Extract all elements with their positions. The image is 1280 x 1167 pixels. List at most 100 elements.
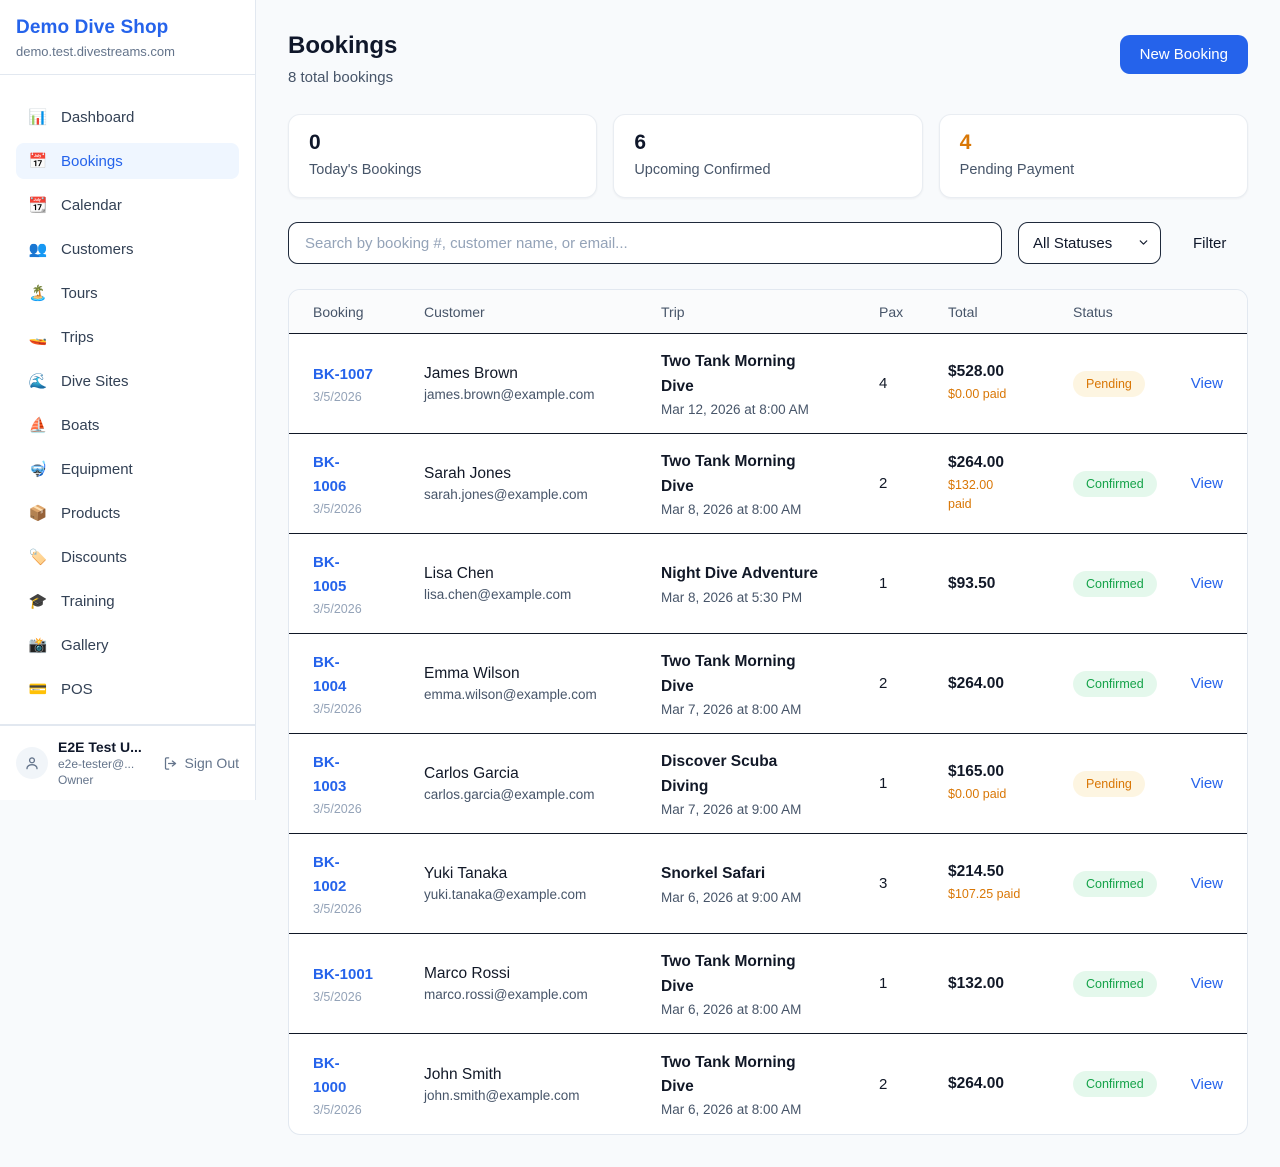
view-cell: View (1185, 775, 1223, 792)
sidebar-item-label: Dashboard (61, 109, 134, 126)
booking-cell: BK-1001 3/5/2026 (313, 963, 424, 1004)
booking-cell: BK- 1005 3/5/2026 (313, 551, 424, 616)
sidebar-item-label: Customers (61, 241, 134, 258)
view-cell: View (1185, 375, 1223, 392)
sidebar-item-equipment[interactable]: 🤿 Equipment (16, 451, 239, 487)
booking-id-link[interactable]: BK-1007 (313, 363, 424, 387)
trip-cell: Two Tank Morning Dive Mar 7, 2026 at 8:0… (661, 650, 879, 716)
filter-button[interactable]: Filter (1193, 235, 1226, 252)
sidebar-item-icon: 🏝️ (28, 284, 48, 302)
booking-id-link[interactable]: BK-1001 (313, 963, 424, 987)
total-cell: $528.00 $0.00 paid (948, 363, 1073, 404)
booking-id-link[interactable]: BK- 1006 (313, 451, 424, 499)
total-amount: $264.00 (948, 675, 1073, 693)
pax-cell: 4 (879, 375, 948, 392)
status-select[interactable]: All Statuses (1018, 222, 1161, 264)
sidebar-item-label: Tours (61, 285, 98, 302)
status-badge: Confirmed (1073, 971, 1157, 997)
app-shell: Demo Dive Shop demo.test.divestreams.com… (0, 0, 1280, 1167)
view-link[interactable]: View (1191, 375, 1223, 392)
view-cell: View (1185, 675, 1223, 692)
sidebar-item-gallery[interactable]: 📸 Gallery (16, 627, 239, 663)
sidebar-item-customers[interactable]: 👥 Customers (16, 231, 239, 267)
view-link[interactable]: View (1191, 675, 1223, 692)
booking-cell: BK- 1000 3/5/2026 (313, 1052, 424, 1117)
user-section: E2E Test U... e2e-tester@... Owner Sign … (0, 725, 255, 800)
sidebar-item-training[interactable]: 🎓 Training (16, 583, 239, 619)
sidebar-item-icon: 📅 (28, 152, 48, 170)
sidebar-item-bookings[interactable]: 📅 Bookings (16, 143, 239, 179)
pax-cell: 1 (879, 775, 948, 792)
booking-id-link[interactable]: BK- 1003 (313, 751, 424, 799)
pax-cell: 2 (879, 675, 948, 692)
sidebar-nav: 📊 Dashboard 📅 Bookings 📆 Calendar 👥 Cust… (0, 75, 255, 724)
sidebar-item-icon: 🎓 (28, 592, 48, 610)
stat-label: Upcoming Confirmed (634, 162, 901, 178)
main-content: Bookings 8 total bookings New Booking 0 … (256, 0, 1280, 1167)
stat-value: 0 (309, 132, 576, 153)
status-badge: Pending (1073, 371, 1145, 397)
booking-id-link[interactable]: BK- 1004 (313, 651, 424, 699)
table-row: BK- 1000 3/5/2026 John Smith john.smith@… (289, 1034, 1247, 1134)
shop-name[interactable]: Demo Dive Shop (16, 17, 239, 39)
booking-id-link[interactable]: BK- 1002 (313, 851, 424, 899)
trip-datetime: Mar 6, 2026 at 8:00 AM (661, 1102, 879, 1117)
sidebar-item-tours[interactable]: 🏝️ Tours (16, 275, 239, 311)
sidebar-item-dashboard[interactable]: 📊 Dashboard (16, 99, 239, 135)
sidebar-item-discounts[interactable]: 🏷️ Discounts (16, 539, 239, 575)
sidebar-item-label: Boats (61, 417, 99, 434)
filter-row: All Statuses Filter (288, 222, 1248, 264)
view-link[interactable]: View (1191, 975, 1223, 992)
sign-out-button[interactable]: Sign Out (163, 755, 239, 771)
total-amount: $264.00 (948, 1075, 1073, 1093)
customer-email: yuki.tanaka@example.com (424, 887, 661, 902)
customer-name: Marco Rossi (424, 965, 661, 983)
pax-cell: 2 (879, 475, 948, 492)
view-link[interactable]: View (1191, 475, 1223, 492)
customer-cell: Marco Rossi marco.rossi@example.com (424, 965, 661, 1002)
trip-name: Two Tank Morning Dive (661, 650, 879, 698)
view-link[interactable]: View (1191, 875, 1223, 892)
paid-amount: $132.00 paid (948, 476, 1073, 514)
status-badge: Confirmed (1073, 471, 1157, 497)
stat-value: 6 (634, 132, 901, 153)
search-input[interactable] (288, 222, 1002, 264)
customer-name: John Smith (424, 1066, 661, 1084)
customer-email: james.brown@example.com (424, 387, 661, 402)
page-header: Bookings 8 total bookings New Booking (288, 32, 1248, 86)
sidebar-item-trips[interactable]: 🚤 Trips (16, 319, 239, 355)
column-header-customer: Customer (424, 304, 661, 320)
table-row: BK- 1003 3/5/2026 Carlos Garcia carlos.g… (289, 734, 1247, 834)
sidebar-item-calendar[interactable]: 📆 Calendar (16, 187, 239, 223)
sidebar-item-dive-sites[interactable]: 🌊 Dive Sites (16, 363, 239, 399)
view-link[interactable]: View (1191, 575, 1223, 592)
stat-label: Pending Payment (960, 162, 1227, 178)
paid-amount: $0.00 paid (948, 785, 1073, 804)
view-link[interactable]: View (1191, 1076, 1223, 1093)
stat-label: Today's Bookings (309, 162, 576, 178)
sidebar-item-boats[interactable]: ⛵ Boats (16, 407, 239, 443)
booking-date: 3/5/2026 (313, 702, 424, 716)
user-email: e2e-tester@... (58, 757, 153, 771)
booking-id-link[interactable]: BK- 1000 (313, 1052, 424, 1100)
status-cell: Confirmed (1073, 971, 1185, 997)
total-cell: $214.50 $107.25 paid (948, 863, 1073, 904)
sidebar-item-products[interactable]: 📦 Products (16, 495, 239, 531)
table-row: BK- 1002 3/5/2026 Yuki Tanaka yuki.tanak… (289, 834, 1247, 934)
booking-id-link[interactable]: BK- 1005 (313, 551, 424, 599)
sidebar-item-label: Trips (61, 329, 94, 346)
table-row: BK- 1005 3/5/2026 Lisa Chen lisa.chen@ex… (289, 534, 1247, 634)
booking-cell: BK-1007 3/5/2026 (313, 363, 424, 404)
total-amount: $93.50 (948, 575, 1073, 593)
new-booking-button[interactable]: New Booking (1120, 35, 1248, 74)
user-icon (24, 755, 40, 771)
trip-cell: Two Tank Morning Dive Mar 12, 2026 at 8:… (661, 350, 879, 416)
view-link[interactable]: View (1191, 775, 1223, 792)
stat-card: 0 Today's Bookings (288, 114, 597, 198)
sidebar: Demo Dive Shop demo.test.divestreams.com… (0, 0, 256, 800)
sidebar-item-pos[interactable]: 💳 POS (16, 671, 239, 707)
customer-name: Yuki Tanaka (424, 865, 661, 883)
trip-cell: Two Tank Morning Dive Mar 8, 2026 at 8:0… (661, 450, 879, 516)
status-cell: Confirmed (1073, 471, 1185, 497)
total-cell: $264.00 $132.00 paid (948, 454, 1073, 514)
